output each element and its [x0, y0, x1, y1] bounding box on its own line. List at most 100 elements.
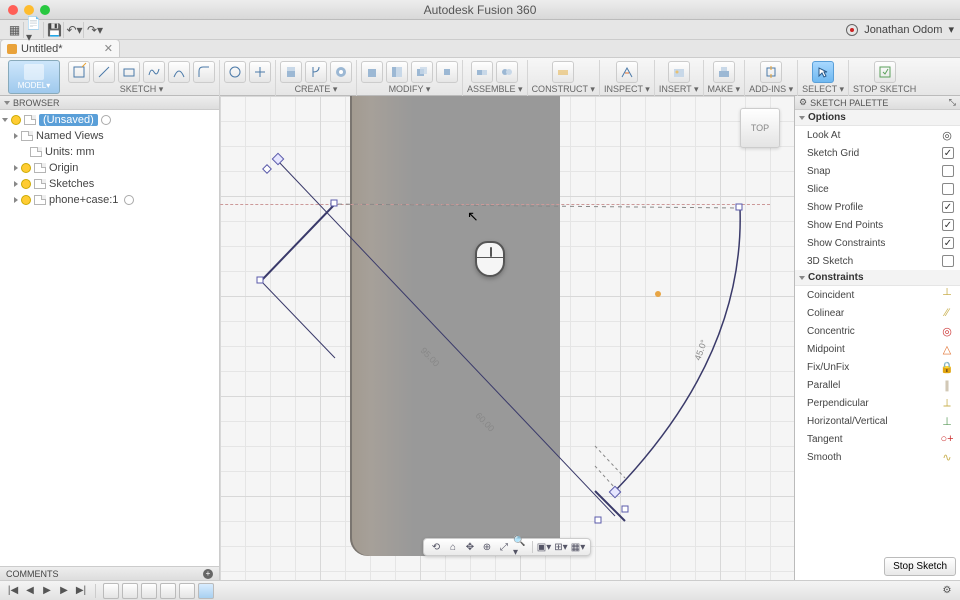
- make-icon[interactable]: [713, 61, 735, 83]
- option-look-at[interactable]: Look At◎: [795, 126, 960, 144]
- timeline-start-icon[interactable]: |◀: [6, 584, 20, 598]
- file-menu-icon[interactable]: 📄▾: [26, 22, 44, 38]
- timeline-next-icon[interactable]: ▶: [57, 584, 71, 598]
- fillet-3d-icon[interactable]: [386, 61, 408, 83]
- constraint-coincident[interactable]: Coincident┴: [795, 286, 960, 304]
- grid-settings-icon[interactable]: ⊞▾: [553, 540, 569, 554]
- spline-icon[interactable]: [143, 61, 165, 83]
- pinned-icon[interactable]: ⤡: [949, 97, 956, 108]
- palette-header[interactable]: ⚙SKETCH PALETTE⤡: [795, 96, 960, 110]
- browser-item[interactable]: Units: mm: [0, 144, 219, 160]
- minimize-window-icon[interactable]: [24, 5, 34, 15]
- zoom-window-icon[interactable]: 🔍▾: [513, 540, 529, 554]
- timeline-feature[interactable]: [141, 583, 157, 599]
- assemble-joint-icon[interactable]: [471, 61, 493, 83]
- redo-icon[interactable]: ↷▾: [86, 22, 104, 38]
- data-panel-icon[interactable]: ▦: [6, 22, 24, 38]
- constraint-perpendicular[interactable]: Perpendicular⟂: [795, 394, 960, 412]
- option-sketch-grid[interactable]: Sketch Grid✓: [795, 144, 960, 162]
- circle-icon[interactable]: [224, 61, 246, 83]
- browser-item[interactable]: Origin: [0, 160, 219, 176]
- revolve-icon[interactable]: [305, 61, 327, 83]
- constraint-parallel[interactable]: Parallel∥: [795, 376, 960, 394]
- bulb-icon[interactable]: [21, 163, 31, 173]
- palette-section-options[interactable]: Options: [795, 110, 960, 126]
- inspect-icon[interactable]: [616, 61, 638, 83]
- stop-sketch-icon[interactable]: [874, 61, 896, 83]
- document-tab[interactable]: Untitled* ✕: [0, 39, 120, 57]
- activate-radio-icon[interactable]: [101, 115, 111, 125]
- checkbox-icon[interactable]: [942, 255, 954, 267]
- checkbox-icon[interactable]: ✓: [942, 147, 954, 159]
- browser-header[interactable]: BROWSER: [0, 96, 219, 110]
- option-snap[interactable]: Snap: [795, 162, 960, 180]
- bulb-icon[interactable]: [21, 195, 31, 205]
- option-show-profile[interactable]: Show Profile✓: [795, 198, 960, 216]
- press-pull-icon[interactable]: [361, 61, 383, 83]
- timeline-play-icon[interactable]: ▶: [40, 584, 54, 598]
- look-at-icon[interactable]: ⌂: [445, 540, 461, 554]
- save-icon[interactable]: 💾: [46, 22, 64, 38]
- rectangle-icon[interactable]: [118, 61, 140, 83]
- timeline-feature[interactable]: [179, 583, 195, 599]
- trim-icon[interactable]: [249, 61, 271, 83]
- orbit-icon[interactable]: ⟲: [428, 540, 444, 554]
- create-sketch-icon[interactable]: [68, 61, 90, 83]
- zoom-icon[interactable]: ⊕: [479, 540, 495, 554]
- browser-item[interactable]: Named Views: [0, 128, 219, 144]
- zoom-window-icon[interactable]: [40, 5, 50, 15]
- workspace-switcher[interactable]: MODEL▾: [8, 60, 60, 94]
- option-show-endpoints[interactable]: Show End Points✓: [795, 216, 960, 234]
- select-icon[interactable]: [812, 61, 834, 83]
- bulb-icon[interactable]: [11, 115, 21, 125]
- timeline-prev-icon[interactable]: ◀: [23, 584, 37, 598]
- browser-item[interactable]: Sketches: [0, 176, 219, 192]
- undo-icon[interactable]: ↶▾: [66, 22, 84, 38]
- close-tab-icon[interactable]: ✕: [104, 42, 113, 55]
- add-comment-icon[interactable]: +: [203, 569, 213, 579]
- bulb-icon[interactable]: [21, 179, 31, 189]
- hole-icon[interactable]: [330, 61, 352, 83]
- constraint-horizontal-vertical[interactable]: Horizontal/Vertical⊥: [795, 412, 960, 430]
- activate-radio-icon[interactable]: [124, 195, 134, 205]
- addins-icon[interactable]: [760, 61, 782, 83]
- constraint-concentric[interactable]: Concentric◎: [795, 322, 960, 340]
- constraint-smooth[interactable]: Smooth∿: [795, 448, 960, 466]
- display-style-icon[interactable]: ▣▾: [536, 540, 552, 554]
- option-slice[interactable]: Slice: [795, 180, 960, 198]
- constraint-tangent[interactable]: Tangent○+: [795, 430, 960, 448]
- pan-icon[interactable]: ✥: [462, 540, 478, 554]
- timeline-feature[interactable]: [122, 583, 138, 599]
- arc-icon[interactable]: [168, 61, 190, 83]
- constraint-colinear[interactable]: Colinear⁄∕: [795, 304, 960, 322]
- line-icon[interactable]: [93, 61, 115, 83]
- option-3d-sketch[interactable]: 3D Sketch: [795, 252, 960, 270]
- checkbox-icon[interactable]: ✓: [942, 237, 954, 249]
- checkbox-icon[interactable]: [942, 183, 954, 195]
- user-menu[interactable]: Jonathan Odom ▾: [846, 23, 954, 36]
- extrude-icon[interactable]: [280, 61, 302, 83]
- checkbox-icon[interactable]: [942, 165, 954, 177]
- browser-root[interactable]: (Unsaved): [0, 112, 219, 128]
- checkbox-icon[interactable]: ✓: [942, 201, 954, 213]
- palette-section-constraints[interactable]: Constraints: [795, 270, 960, 286]
- construct-plane-icon[interactable]: [552, 61, 574, 83]
- comments-bar[interactable]: COMMENTS +: [0, 566, 220, 580]
- timeline-feature[interactable]: [160, 583, 176, 599]
- fillet-icon[interactable]: [193, 61, 215, 83]
- viewport-icon[interactable]: ▦▾: [570, 540, 586, 554]
- timeline-feature-active[interactable]: [198, 583, 214, 599]
- fit-icon[interactable]: ⤢: [496, 540, 512, 554]
- model-canvas[interactable]: 95.00 60.00 45.0° 25 ↖ TOP ⟲ ⌂ ✥ ⊕ ⤢ 🔍▾ …: [220, 96, 794, 580]
- browser-item[interactable]: phone+case:1: [0, 192, 219, 208]
- stop-sketch-button[interactable]: Stop Sketch: [884, 557, 956, 576]
- insert-icon[interactable]: [668, 61, 690, 83]
- move-icon[interactable]: [436, 61, 458, 83]
- timeline-feature[interactable]: [103, 583, 119, 599]
- view-cube[interactable]: TOP: [740, 108, 780, 148]
- option-show-constraints[interactable]: Show Constraints✓: [795, 234, 960, 252]
- constraint-midpoint[interactable]: Midpoint△: [795, 340, 960, 358]
- timeline-end-icon[interactable]: ▶|: [74, 584, 88, 598]
- checkbox-icon[interactable]: ✓: [942, 219, 954, 231]
- close-window-icon[interactable]: [8, 5, 18, 15]
